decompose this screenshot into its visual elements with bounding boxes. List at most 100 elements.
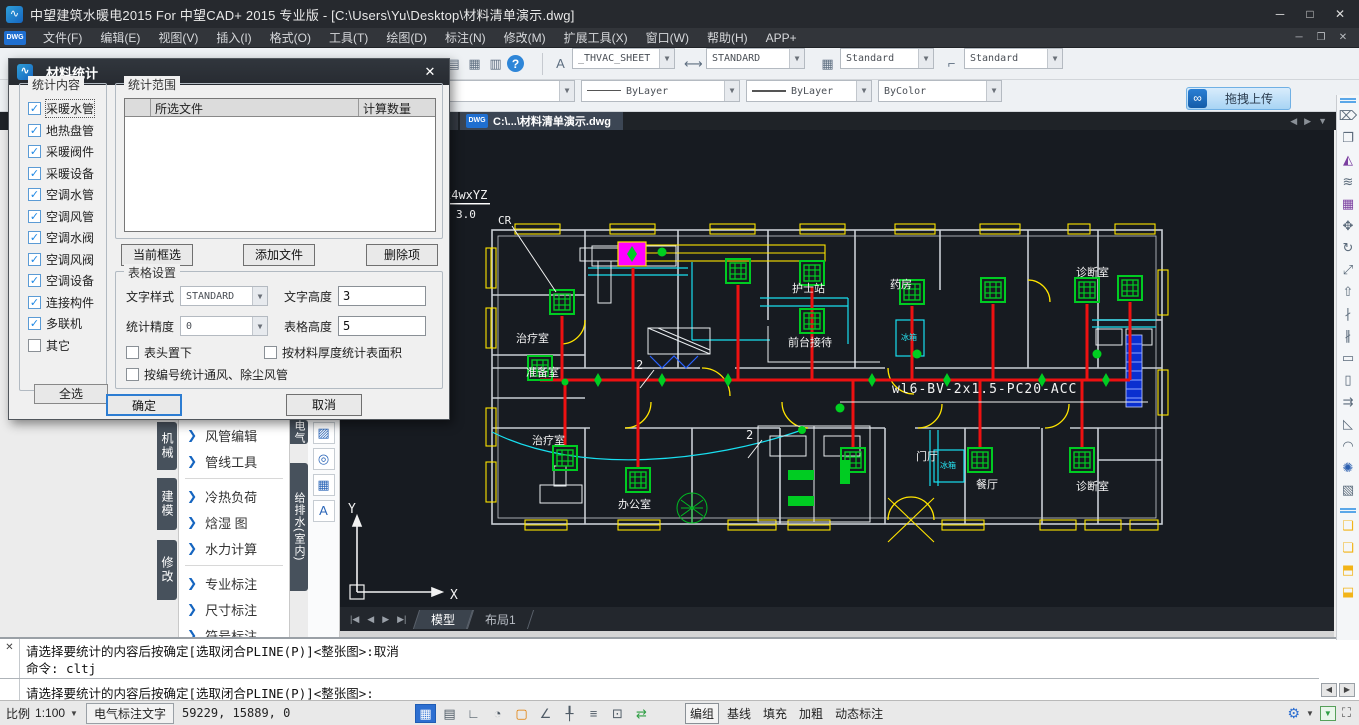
menu-item[interactable]: 标注(N): [436, 28, 495, 48]
content-item-地热盘管[interactable]: ✓地热盘管: [28, 120, 94, 142]
menu-item[interactable]: 修改(M): [495, 28, 555, 48]
gear-icon[interactable]: ⚙: [1287, 705, 1300, 722]
draworder-above-icon[interactable]: ⬒: [1339, 561, 1358, 580]
table-icon[interactable]: ▦: [313, 474, 335, 496]
electrical-text-style-button[interactable]: 电气标注文字: [86, 703, 174, 724]
content-item-空调风阀[interactable]: ✓空调风阀: [28, 249, 94, 271]
move-icon[interactable]: ✥: [1339, 217, 1358, 236]
scroll-left-icon[interactable]: ◀: [1321, 683, 1337, 697]
plotstyle-combo[interactable]: ByColor ▼: [878, 80, 1002, 102]
mleader-style-icon[interactable]: ⌐: [942, 54, 961, 73]
osnap-icon[interactable]: ▢: [511, 704, 532, 723]
table-edit-icon[interactable]: ▦: [465, 54, 484, 73]
cancel-button[interactable]: 取消: [286, 394, 362, 416]
linetype-combo[interactable]: ByLayer ▼: [581, 80, 740, 102]
mdi-close-button[interactable]: ✕: [1333, 30, 1353, 45]
chevron-down-icon[interactable]: ▼: [1047, 49, 1062, 68]
tab-scroll-left-icon[interactable]: ◀: [1290, 116, 1297, 127]
otrack-icon[interactable]: ∠: [535, 704, 556, 723]
text-note-icon[interactable]: A: [313, 500, 335, 522]
chevron-down-icon[interactable]: ▼: [252, 287, 267, 305]
thickness-area-checkbox[interactable]: 按材料厚度统计表面积: [264, 344, 402, 361]
palette-item-专业标注[interactable]: ❯专业标注: [179, 570, 289, 596]
maximize-button[interactable]: □: [1297, 5, 1323, 23]
hatch-icon[interactable]: ▨: [313, 422, 335, 444]
table-style-combo[interactable]: Standard ▼: [840, 48, 934, 69]
workspace-switch-icon[interactable]: ⇄: [631, 704, 652, 723]
text-style-icon[interactable]: A: [551, 54, 570, 73]
menu-item[interactable]: 插入(I): [207, 28, 260, 48]
mirror-icon[interactable]: ◭: [1339, 151, 1358, 170]
table-style-icon[interactable]: ▦: [818, 54, 837, 73]
scale-control[interactable]: 比例 1:100 ▼: [0, 705, 86, 722]
command-close-icon[interactable]: ✕: [0, 639, 19, 653]
minimize-button[interactable]: ─: [1267, 5, 1293, 23]
fillet-icon[interactable]: ◠: [1339, 437, 1358, 456]
text-style-select[interactable]: STANDARD ▼: [180, 286, 268, 306]
drawing-canvas[interactable]: 24wxYZ3.0CR治疗室准备室治疗室办公室护士站药房前台接待冰箱门厅冰箱餐厅…: [340, 130, 1334, 607]
side-tab-给排水(室内)[interactable]: 给排水(室内): [290, 463, 308, 591]
mdi-restore-button[interactable]: ❐: [1311, 30, 1331, 45]
palette-item-风管编辑[interactable]: ❯风管编辑: [179, 422, 289, 448]
palette-item-焓湿 图[interactable]: ❯焓湿 图: [179, 509, 289, 535]
rotate-icon[interactable]: ↻: [1339, 239, 1358, 258]
tab-layout1[interactable]: 布局1: [467, 610, 534, 629]
array-icon[interactable]: ▦: [1339, 195, 1358, 214]
document-tab-active[interactable]: DWG C:\...\材料清单演示.dwg: [460, 112, 623, 130]
draworder-back-icon[interactable]: ❏: [1339, 539, 1358, 558]
layout-last-icon[interactable]: ▶|: [397, 614, 406, 625]
chevron-down-icon[interactable]: ▼: [856, 81, 871, 101]
table-export-icon[interactable]: ▥: [486, 54, 505, 73]
content-item-空调水管[interactable]: ✓空调水管: [28, 184, 94, 206]
rectangle-icon[interactable]: ▯: [1339, 371, 1358, 390]
draworder-front-icon[interactable]: ❑: [1339, 517, 1358, 536]
grid-icon[interactable]: ▦: [415, 704, 436, 723]
polar-icon[interactable]: ◔: [487, 704, 508, 723]
by-number-checkbox[interactable]: 按编号统计通风、除尘风管: [126, 366, 288, 383]
current-selection-button[interactable]: 当前框选: [121, 244, 193, 266]
help-icon[interactable]: ?: [507, 55, 524, 72]
menu-item[interactable]: 编辑(E): [91, 28, 149, 48]
side-tab-电气[interactable]: 电气: [290, 420, 308, 444]
side-tab-机械[interactable]: 机械: [157, 422, 177, 470]
palette-item-尺寸标注[interactable]: ❯尺寸标注: [179, 596, 289, 622]
fullscreen-icon[interactable]: ⛶: [1342, 705, 1351, 721]
menu-item[interactable]: 视图(V): [149, 28, 207, 48]
drag-upload-button[interactable]: ∞ 拖拽上传: [1186, 87, 1291, 110]
file-list-table[interactable]: 所选文件 计算数量: [124, 98, 436, 232]
lineweight-icon[interactable]: ≡: [583, 704, 604, 723]
text-style-combo[interactable]: _THVAC_SHEET ▼: [572, 48, 675, 69]
content-item-采暖水管[interactable]: ✓采暖水管: [28, 98, 94, 120]
ortho-icon[interactable]: ∟: [463, 704, 484, 723]
chevron-down-icon[interactable]: ▼: [559, 81, 574, 101]
table-height-input[interactable]: [338, 316, 426, 336]
menu-item[interactable]: 绘图(D): [377, 28, 436, 48]
content-item-多联机[interactable]: ✓多联机: [28, 313, 94, 335]
lineweight-combo[interactable]: ByLayer ▼: [746, 80, 872, 102]
header-bottom-checkbox[interactable]: 表头置下: [126, 344, 192, 361]
tab-list-icon[interactable]: ▼: [1318, 116, 1327, 126]
ok-button[interactable]: 确定: [106, 394, 182, 416]
explode-icon[interactable]: ✺: [1339, 459, 1358, 478]
content-item-空调设备[interactable]: ✓空调设备: [28, 270, 94, 292]
ucs-icon[interactable]: ⊡: [607, 704, 628, 723]
palette-item-水力计算[interactable]: ❯水力计算: [179, 535, 289, 561]
palette-item-管线工具[interactable]: ❯管线工具: [179, 448, 289, 474]
dyn-input-icon[interactable]: ╀: [559, 704, 580, 723]
close-button[interactable]: ✕: [1327, 5, 1353, 23]
command-line-panel[interactable]: ✕ 请选择要统计的内容后按确定[选取闭合PLINE(P)]<整张图>:取消 命令…: [0, 637, 1359, 700]
stretch-icon[interactable]: ⇧: [1339, 283, 1358, 302]
menu-item[interactable]: 文件(F): [34, 28, 91, 48]
toggle-编组[interactable]: 编组: [685, 703, 719, 724]
chevron-down-icon[interactable]: ▼: [659, 49, 674, 68]
menu-item[interactable]: 工具(T): [320, 28, 377, 48]
toolbar-grip[interactable]: [1340, 98, 1356, 103]
chevron-down-icon[interactable]: ▼: [986, 81, 1001, 101]
chevron-down-icon[interactable]: ▼: [724, 81, 739, 101]
break-at-point-icon[interactable]: ∤: [1339, 305, 1358, 324]
content-item-空调水阀[interactable]: ✓空调水阀: [28, 227, 94, 249]
select-all-button[interactable]: 全选: [34, 384, 108, 404]
extend-icon[interactable]: ⇉: [1339, 393, 1358, 412]
content-item-其它[interactable]: 其它: [28, 335, 94, 357]
toolbar-grip[interactable]: [1340, 508, 1356, 513]
